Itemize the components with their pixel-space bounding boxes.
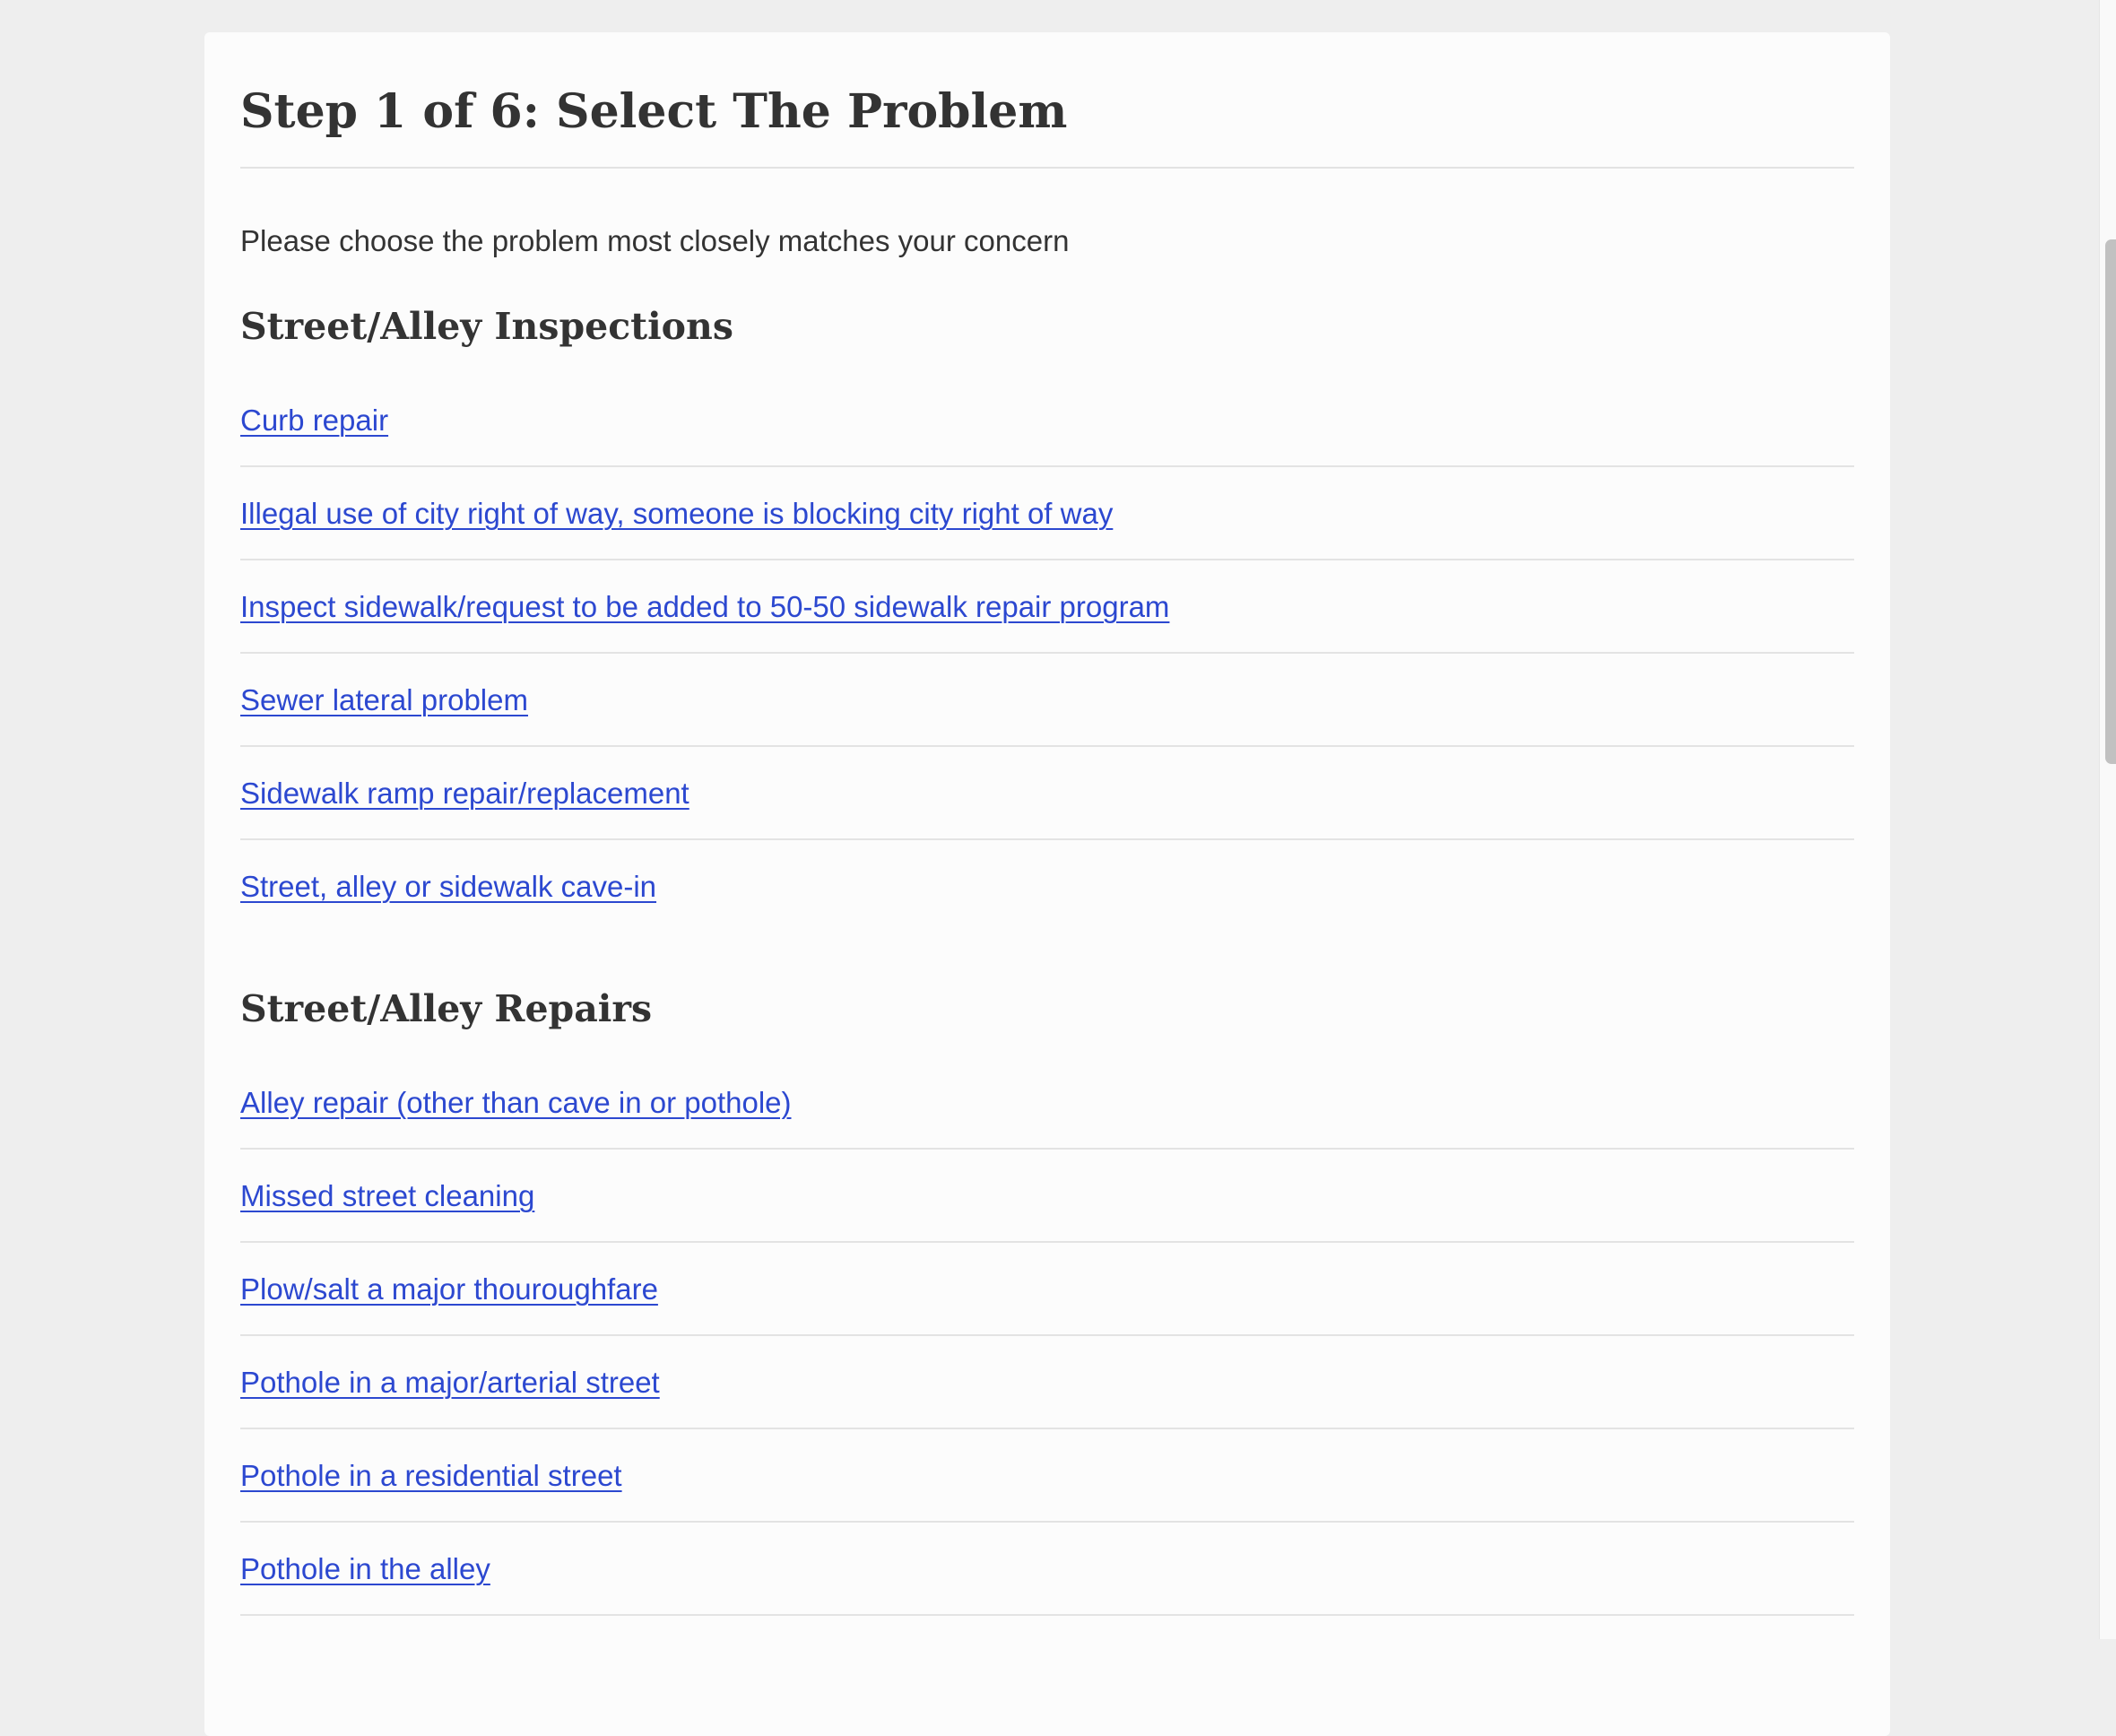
list-item: Inspect sidewalk/request to be added to … <box>240 560 1854 654</box>
problem-link-alley-repair[interactable]: Alley repair (other than cave in or poth… <box>240 1086 792 1119</box>
list-item: Plow/salt a major thouroughfare <box>240 1243 1854 1336</box>
list-item: Alley repair (other than cave in or poth… <box>240 1056 1854 1150</box>
problem-link-curb-repair[interactable]: Curb repair <box>240 404 388 437</box>
problem-link-illegal-use-right-of-way[interactable]: Illegal use of city right of way, someon… <box>240 497 1113 530</box>
list-item: Missed street cleaning <box>240 1150 1854 1243</box>
list-item: Pothole in a major/arterial street <box>240 1336 1854 1429</box>
problem-link-cave-in[interactable]: Street, alley or sidewalk cave-in <box>240 870 656 903</box>
scrollbar-thumb[interactable] <box>2105 239 2116 764</box>
list-item: Pothole in a residential street <box>240 1429 1854 1523</box>
problem-link-inspect-sidewalk[interactable]: Inspect sidewalk/request to be added to … <box>240 590 1169 623</box>
section-heading-repairs: Street/Alley Repairs <box>240 987 653 1030</box>
inspections-problem-list: Curb repair Illegal use of city right of… <box>240 374 1854 933</box>
problem-link-pothole-major-street[interactable]: Pothole in a major/arterial street <box>240 1366 660 1399</box>
repairs-problem-list: Alley repair (other than cave in or poth… <box>240 1056 1854 1616</box>
problem-link-missed-street-cleaning[interactable]: Missed street cleaning <box>240 1179 534 1212</box>
list-item: Pothole in the alley <box>240 1523 1854 1616</box>
problem-link-sidewalk-ramp[interactable]: Sidewalk ramp repair/replacement <box>240 777 689 810</box>
list-item: Curb repair <box>240 374 1854 467</box>
page-header: Step 1 of 6: Select The Problem <box>240 32 1854 169</box>
intro-text: Please choose the problem most closely m… <box>240 224 1070 257</box>
list-item: Illegal use of city right of way, someon… <box>240 467 1854 560</box>
section-heading-inspections: Street/Alley Inspections <box>240 305 733 348</box>
page-title: Step 1 of 6: Select The Problem <box>240 84 1068 139</box>
problem-link-pothole-residential[interactable]: Pothole in a residential street <box>240 1459 622 1492</box>
problem-link-pothole-alley[interactable]: Pothole in the alley <box>240 1552 490 1585</box>
list-item: Sidewalk ramp repair/replacement <box>240 747 1854 840</box>
vertical-scrollbar[interactable] <box>2099 0 2116 1639</box>
list-item: Street, alley or sidewalk cave-in <box>240 840 1854 933</box>
problem-selection-card: Step 1 of 6: Select The Problem Please c… <box>204 32 1890 1736</box>
list-item: Sewer lateral problem <box>240 654 1854 747</box>
problem-link-plow-salt[interactable]: Plow/salt a major thouroughfare <box>240 1272 658 1306</box>
problem-link-sewer-lateral[interactable]: Sewer lateral problem <box>240 683 528 716</box>
